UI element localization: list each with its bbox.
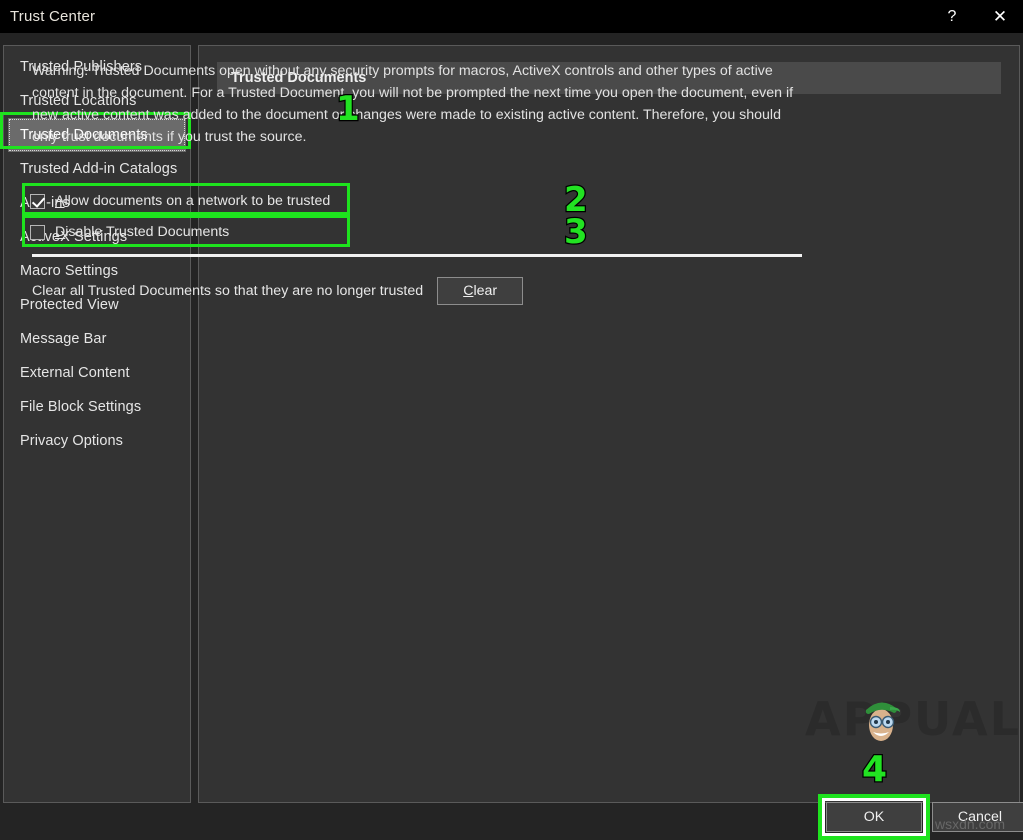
accelerator-letter: D	[55, 224, 66, 240]
cancel-button[interactable]: Cancel	[932, 802, 1023, 832]
checkbox-label-text: isable Trusted Documents	[65, 224, 230, 240]
content-panel: Trusted Documents	[198, 45, 1020, 803]
window-title: Trust Center	[10, 8, 96, 25]
sidebar-item-label: External Content	[20, 365, 130, 381]
checkbox-disable-trusted-documents-label: Disable Trusted Documents	[55, 224, 229, 240]
trust-center-dialog: Trust Center ? ✕ Trusted Publishers Trus…	[0, 0, 1023, 840]
sidebar: Trusted Publishers Trusted Locations Tru…	[3, 45, 191, 803]
clear-description: Clear all Trusted Documents so that they…	[32, 283, 424, 299]
sidebar-item-file-block-settings[interactable]: File Block Settings	[8, 390, 186, 424]
clear-button[interactable]: Clear	[437, 277, 524, 305]
clear-documents-row: Clear all Trusted Documents so that they…	[32, 277, 524, 305]
sidebar-item-external-content[interactable]: External Content	[8, 356, 186, 390]
divider	[32, 254, 802, 257]
sidebar-item-label: Privacy Options	[20, 433, 124, 449]
title-bar: Trust Center ? ✕	[0, 0, 1023, 33]
help-icon[interactable]: ?	[929, 0, 975, 33]
clear-button-label: lear	[473, 283, 498, 299]
sidebar-item-label: Message Bar	[20, 331, 107, 347]
checkbox-allow-network-row[interactable]: Allow documents on a network to be trust…	[30, 188, 330, 214]
checkbox-disable-trusted-documents-row[interactable]: Disable Trusted Documents	[30, 219, 229, 245]
close-icon[interactable]: ✕	[977, 0, 1023, 33]
checkbox-allow-network[interactable]	[30, 193, 45, 209]
accelerator-letter: C	[463, 283, 474, 299]
sidebar-item-trusted-addin-catalogs[interactable]: Trusted Add-in Catalogs	[8, 152, 186, 186]
sidebar-item-label: File Block Settings	[20, 399, 142, 415]
warning-text: Warning: Trusted Documents open without …	[32, 63, 794, 145]
sidebar-item-privacy-options[interactable]: Privacy Options	[8, 424, 186, 458]
checkbox-label-text: llow documents on a network to be truste…	[64, 193, 331, 209]
sidebar-item-message-bar[interactable]: Message Bar	[8, 322, 186, 356]
ok-button[interactable]: OK	[826, 802, 922, 832]
checkbox-disable-trusted-documents[interactable]	[30, 224, 45, 240]
sidebar-item-label: Trusted Add-in Catalogs	[20, 161, 178, 177]
checkbox-allow-network-label: Allow documents on a network to be trust…	[55, 193, 330, 209]
